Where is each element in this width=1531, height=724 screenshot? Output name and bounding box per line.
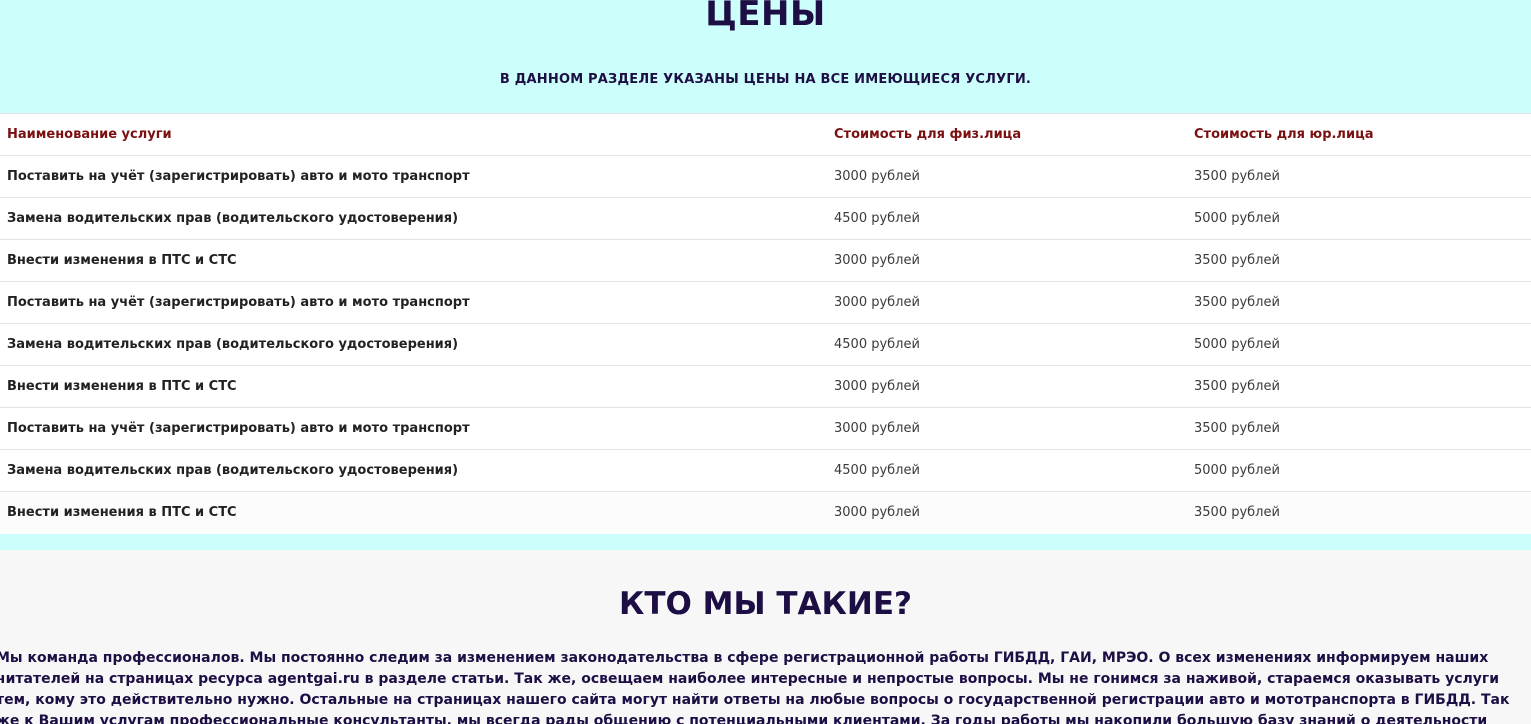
company-price: 3500 рублей <box>1187 281 1531 324</box>
service-name: Замена водительских прав (водительского … <box>0 197 827 240</box>
individual-price: 3000 рублей <box>827 491 1187 534</box>
about-title: КТО МЫ ТАКИЕ? <box>619 586 912 622</box>
service-name: Внести изменения в ПТС и СТС <box>0 365 827 408</box>
service-name: Поставить на учёт (зарегистрировать) авт… <box>0 281 827 324</box>
prices-section: ЦЕНЫ В ДАННОМ РАЗДЕЛЕ УКАЗАНЫ ЦЕНЫ НА ВС… <box>0 0 1531 550</box>
table-row: Замена водительских прав (водительского … <box>0 323 1531 366</box>
price-table: Наименование услуги Стоимость для физ.ли… <box>0 113 1531 534</box>
company-price: 3500 рублей <box>1187 239 1531 282</box>
prices-title: ЦЕНЫ <box>705 0 826 34</box>
individual-price: 4500 рублей <box>827 323 1187 366</box>
table-row: Поставить на учёт (зарегистрировать) авт… <box>0 155 1531 198</box>
service-name: Замена водительских прав (водительского … <box>0 449 827 492</box>
table-row: Поставить на учёт (зарегистрировать) авт… <box>0 281 1531 324</box>
service-name: Замена водительских прав (водительского … <box>0 323 827 366</box>
about-section: КТО МЫ ТАКИЕ? Мы команда профессионалов.… <box>0 550 1531 724</box>
individual-price: 3000 рублей <box>827 365 1187 408</box>
service-name: Поставить на учёт (зарегистрировать) авт… <box>0 407 827 450</box>
company-price: 3500 рублей <box>1187 155 1531 198</box>
company-price: 3500 рублей <box>1187 491 1531 534</box>
table-row: Замена водительских прав (водительского … <box>0 197 1531 240</box>
company-price: 5000 рублей <box>1187 323 1531 366</box>
table-row: Замена водительских прав (водительского … <box>0 449 1531 492</box>
company-price: 3500 рублей <box>1187 407 1531 450</box>
individual-price: 3000 рублей <box>827 407 1187 450</box>
column-header-company-price: Стоимость для юр.лица <box>1187 113 1531 156</box>
service-name: Внести изменения в ПТС и СТС <box>0 491 827 534</box>
individual-price: 3000 рублей <box>827 239 1187 282</box>
individual-price: 4500 рублей <box>827 197 1187 240</box>
column-header-individual-price: Стоимость для физ.лица <box>827 113 1187 156</box>
individual-price: 3000 рублей <box>827 155 1187 198</box>
table-row: Внести изменения в ПТС и СТС 3000 рублей… <box>0 491 1531 534</box>
table-row: Внести изменения в ПТС и СТС 3000 рублей… <box>0 365 1531 408</box>
column-header-service: Наименование услуги <box>0 113 827 156</box>
company-price: 3500 рублей <box>1187 365 1531 408</box>
prices-subtitle: В ДАННОМ РАЗДЕЛЕ УКАЗАНЫ ЦЕНЫ НА ВСЕ ИМЕ… <box>499 72 1032 87</box>
about-paragraph: Мы команда профессионалов. Мы постоянно … <box>0 650 1510 724</box>
company-price: 5000 рублей <box>1187 197 1531 240</box>
table-row: Поставить на учёт (зарегистрировать) авт… <box>0 407 1531 450</box>
individual-price: 4500 рублей <box>827 449 1187 492</box>
company-price: 5000 рублей <box>1187 449 1531 492</box>
table-header-row: Наименование услуги Стоимость для физ.ли… <box>0 113 1531 156</box>
individual-price: 3000 рублей <box>827 281 1187 324</box>
service-name: Поставить на учёт (зарегистрировать) авт… <box>0 155 827 198</box>
service-name: Внести изменения в ПТС и СТС <box>0 239 827 282</box>
table-row: Внести изменения в ПТС и СТС 3000 рублей… <box>0 239 1531 282</box>
